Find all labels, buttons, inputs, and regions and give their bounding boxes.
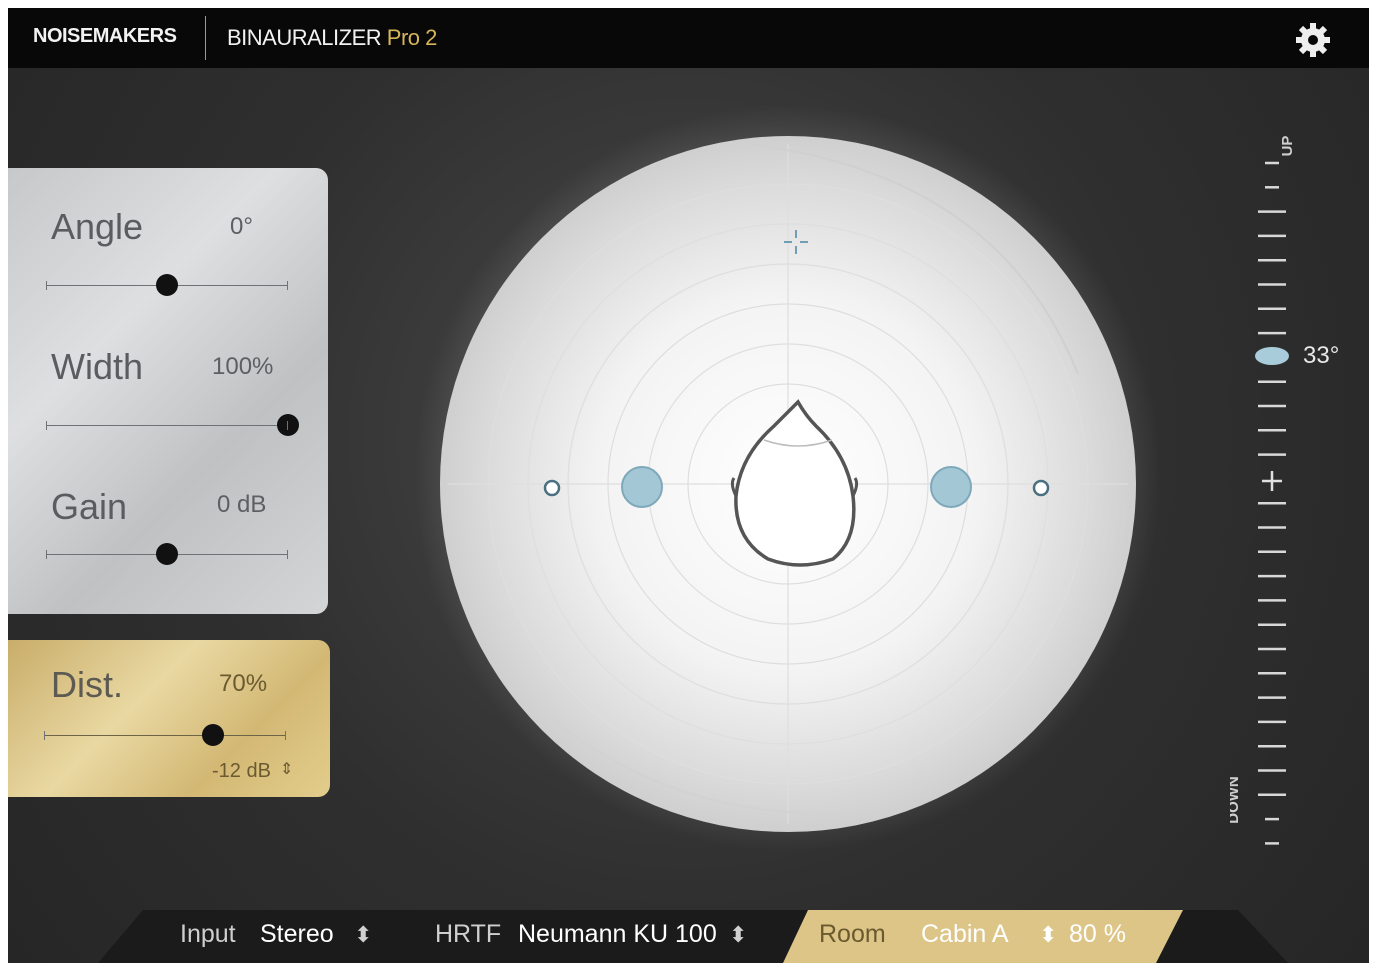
hrtf-label: HRTF: [435, 920, 502, 948]
plugin-window: NOISEMAKERS BINAURALIZER Pro 2 Angle 0°: [8, 8, 1369, 963]
elevation-up-label: UP: [1279, 136, 1296, 157]
width-label: Width: [51, 346, 144, 387]
room-label: Room: [819, 920, 886, 948]
gain-value: 0 dB: [217, 491, 267, 518]
gain-slider[interactable]: [46, 543, 288, 565]
width-value: 100%: [212, 353, 274, 380]
control-panel: Angle 0° Width 100% Gain 0 dB: [8, 168, 328, 614]
input-select-arrow-icon[interactable]: ⬍: [354, 922, 372, 948]
product-version: Pro 2: [386, 25, 438, 50]
distance-db-value[interactable]: -12 dB: [212, 760, 271, 783]
gain-slider-knob[interactable]: [156, 543, 178, 565]
right-outer-handle[interactable]: [1032, 479, 1050, 497]
gear-icon[interactable]: [1295, 22, 1331, 58]
input-select[interactable]: Stereo: [260, 920, 334, 949]
distance-value: 70%: [219, 670, 268, 697]
hrtf-select-arrow-icon[interactable]: ⬍: [729, 922, 747, 948]
elevation-scale[interactable]: UP DOWN: [1230, 128, 1360, 848]
angle-slider[interactable]: [46, 274, 288, 296]
angle-label: Angle: [51, 206, 144, 247]
input-label: Input: [180, 920, 236, 948]
distance-slider-knob[interactable]: [202, 724, 225, 746]
left-outer-handle[interactable]: [543, 479, 561, 497]
elevation-ticks: [1258, 161, 1286, 845]
room-amount[interactable]: 80 %: [1069, 920, 1126, 949]
right-source-handle[interactable]: [930, 466, 972, 508]
header-divider: [205, 16, 206, 60]
room-select-arrow-icon[interactable]: ⬍: [1039, 922, 1057, 948]
elevation-handle[interactable]: [1255, 347, 1289, 365]
width-slider[interactable]: [46, 414, 299, 436]
gain-label: Gain: [51, 486, 128, 527]
panner-sphere[interactable]: [438, 134, 1138, 834]
hrtf-select[interactable]: Neumann KU 100: [518, 920, 717, 949]
elevation-down-label: DOWN: [1230, 776, 1242, 824]
elevation-value: 33°: [1303, 342, 1340, 369]
left-source-handle[interactable]: [621, 466, 663, 508]
angle-slider-knob[interactable]: [156, 274, 178, 296]
product-title: BINAURALIZER: [227, 25, 382, 50]
angle-value: 0°: [230, 213, 253, 240]
updown-arrow-icon[interactable]: ⇕: [280, 759, 293, 779]
brand-logo: NOISEMAKERS: [33, 25, 177, 47]
elevation-center-mark: [1262, 471, 1282, 491]
room-select[interactable]: Cabin A: [921, 920, 1009, 949]
product-name: BINAURALIZER Pro 2: [227, 25, 437, 51]
distance-label: Dist.: [51, 664, 123, 705]
distance-slider[interactable]: [44, 724, 286, 746]
width-slider-knob[interactable]: [277, 414, 299, 436]
